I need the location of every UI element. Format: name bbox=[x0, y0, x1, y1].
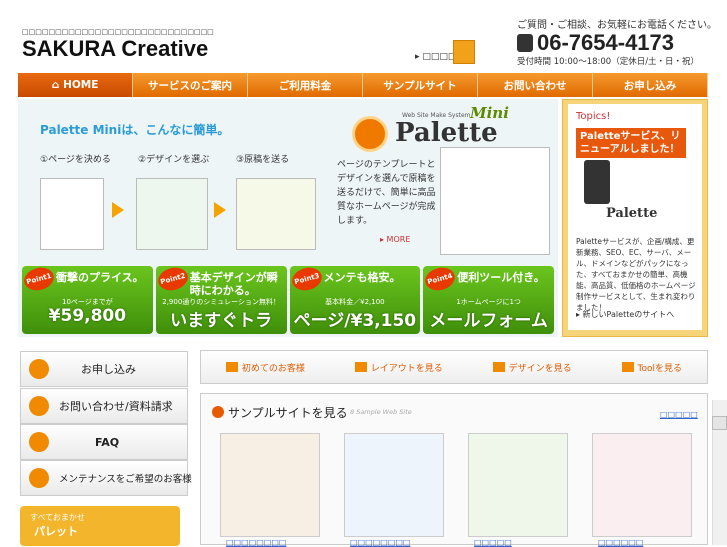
step-3: ③原稿を送る bbox=[236, 155, 290, 165]
main-nav: ⌂ HOME サービスのご案内 ご利用料金 サンプルサイト お問い合わせ お申し込… bbox=[18, 73, 708, 97]
samples-more-link[interactable]: □□□□□ bbox=[660, 410, 698, 419]
point-badge: Point2 bbox=[155, 266, 191, 294]
step-3-image bbox=[236, 178, 316, 250]
mail-icon bbox=[29, 396, 49, 416]
scroll-up-button[interactable] bbox=[712, 416, 727, 430]
arrow-icon bbox=[112, 202, 124, 218]
subnav-first-time[interactable]: 初めてのお客様 bbox=[225, 361, 305, 374]
arrow-icon bbox=[214, 202, 226, 218]
subnav-tool[interactable]: Toolを見る bbox=[621, 361, 682, 374]
step-1: ①ページを決める bbox=[40, 155, 111, 165]
point-big: ページ/¥3,150 bbox=[293, 311, 417, 331]
nav-pricing[interactable]: ご利用料金 bbox=[248, 73, 363, 97]
point-headline: 衝撃のプライス。 bbox=[56, 271, 144, 284]
beginner-icon bbox=[225, 362, 238, 372]
point-1[interactable]: Point1 衝撃のプライス。 10ページまでが ¥59,800 bbox=[22, 266, 153, 334]
samples-heading: サンプルサイトを見る bbox=[212, 404, 348, 421]
topics-logo: Palette bbox=[606, 206, 658, 221]
step-2-image bbox=[136, 178, 208, 250]
sample-label-3[interactable]: □□□□□ bbox=[474, 538, 512, 547]
point-big: ¥59,800 bbox=[48, 306, 127, 326]
nav-samples[interactable]: サンプルサイト bbox=[363, 73, 478, 97]
home-icon: ⌂ bbox=[51, 79, 60, 91]
topics-heading: Topics! bbox=[576, 111, 611, 122]
sample-thumb-4[interactable] bbox=[592, 433, 692, 537]
point-badge: Point3 bbox=[289, 266, 324, 294]
sample-thumb-2[interactable] bbox=[344, 433, 444, 537]
nav-services[interactable]: サービスのご案内 bbox=[133, 73, 248, 97]
company-link[interactable]: ▸ □□□□ bbox=[415, 52, 456, 62]
nav-home[interactable]: ⌂ HOME bbox=[18, 73, 133, 97]
phone-icon bbox=[517, 34, 533, 52]
more-link[interactable]: ▸ MORE bbox=[380, 235, 410, 244]
point-4[interactable]: Point4 便利ツール付き。 1ホームページに1つ メールフォーム無料 bbox=[423, 266, 554, 334]
sample-thumb-1[interactable] bbox=[220, 433, 320, 537]
building-icon bbox=[453, 40, 475, 64]
point-badge: Point4 bbox=[423, 266, 458, 294]
banner-big: パレット bbox=[34, 525, 78, 538]
sub-nav: 初めてのお客様 レイアウトを見る デザインを見る Toolを見る bbox=[200, 350, 708, 384]
site-logo[interactable]: SAKURA Creative bbox=[22, 36, 208, 62]
sidebar-item-inquiry[interactable]: お問い合わせ/資料請求 bbox=[20, 388, 188, 424]
point-headline: 便利ツール付き。 bbox=[457, 271, 545, 284]
sample-label-1[interactable]: □□□□□□□□ bbox=[226, 538, 286, 547]
point-big: いますぐトライ！ bbox=[170, 311, 273, 331]
subnav-design[interactable]: デザインを見る bbox=[492, 361, 572, 374]
palette-logo-word: Palette bbox=[395, 118, 498, 148]
point-badge: Point1 bbox=[22, 266, 57, 294]
hero-title: Palette Miniは、こんなに簡単。 bbox=[40, 123, 230, 137]
layout-icon bbox=[354, 362, 367, 372]
screenshot-image bbox=[440, 147, 550, 255]
banner-small: すべておまかせ bbox=[30, 513, 85, 522]
point-3[interactable]: Point3 メンテも格安。 基本料金／¥2,100 ページ/¥3,150 bbox=[289, 266, 421, 334]
business-hours: 受付時間 10:00～18:00（定休日/土・日・祝） bbox=[517, 57, 700, 67]
brush-icon bbox=[492, 362, 505, 372]
topics-link[interactable]: ▸ 新しいPaletteのサイトへ bbox=[576, 309, 674, 320]
device-image bbox=[584, 160, 610, 204]
sidebar-palette-banner[interactable]: すべておまかせ パレット bbox=[20, 506, 180, 546]
point-headline: メンテも格安。 bbox=[323, 271, 401, 284]
sample-label-4[interactable]: □□□□□□ bbox=[598, 538, 643, 547]
sidebar-item-maintenance[interactable]: メンテナンスをご希望のお客様 bbox=[20, 460, 192, 496]
site-tagline: □□□□□□□□□□□□□□□□□□□□□□□□□□□□□ bbox=[22, 28, 214, 36]
question-icon bbox=[29, 432, 49, 452]
points-row: Point1 衝撃のプライス。 10ページまでが ¥59,800 Point2 … bbox=[22, 266, 554, 334]
step-1-image bbox=[40, 178, 104, 250]
samples-subheading: 8 Sample Web Site bbox=[350, 408, 412, 416]
topics-description: Paletteサービスが、企画/構成、更新業務、SEO、EC、サーバ、メール、ド… bbox=[576, 237, 696, 312]
subnav-layout[interactable]: レイアウトを見る bbox=[354, 361, 443, 374]
point-headline: 基本デザインが瞬時にわかる。 bbox=[189, 271, 278, 297]
point-big: メールフォーム無料 bbox=[429, 311, 548, 331]
topics-banner[interactable]: Paletteサービス、リニューアルしました！ bbox=[576, 128, 686, 158]
nav-apply[interactable]: お申し込み bbox=[593, 73, 708, 97]
bullet-icon bbox=[212, 406, 224, 418]
hero-description: ページのテンプレートとデザインを選んで原稿を送るだけで、簡単に高品質なホームペー… bbox=[337, 160, 436, 226]
nav-contact[interactable]: お問い合わせ bbox=[478, 73, 593, 97]
sample-label-2[interactable]: □□□□□□□□ bbox=[350, 538, 410, 547]
phone-number: 06-7654-4173 bbox=[517, 30, 674, 56]
point-2[interactable]: Point2 基本デザインが瞬時にわかる。 2,900通りのシミュレーション無料… bbox=[155, 266, 287, 334]
sample-thumb-3[interactable] bbox=[468, 433, 568, 537]
tool-icon bbox=[621, 362, 634, 372]
step-2: ②デザインを選ぶ bbox=[138, 155, 210, 165]
contact-text: ご質問・ご相談、お気軽にお電話ください。 bbox=[517, 20, 717, 31]
phone-value: 06-7654-4173 bbox=[537, 30, 675, 55]
sidebar-item-faq[interactable]: FAQ bbox=[20, 424, 188, 460]
wrench-icon bbox=[29, 468, 49, 488]
apply-icon bbox=[29, 359, 49, 379]
sidebar-item-apply[interactable]: お申し込み bbox=[20, 351, 188, 387]
palette-logo-icon bbox=[352, 116, 388, 152]
